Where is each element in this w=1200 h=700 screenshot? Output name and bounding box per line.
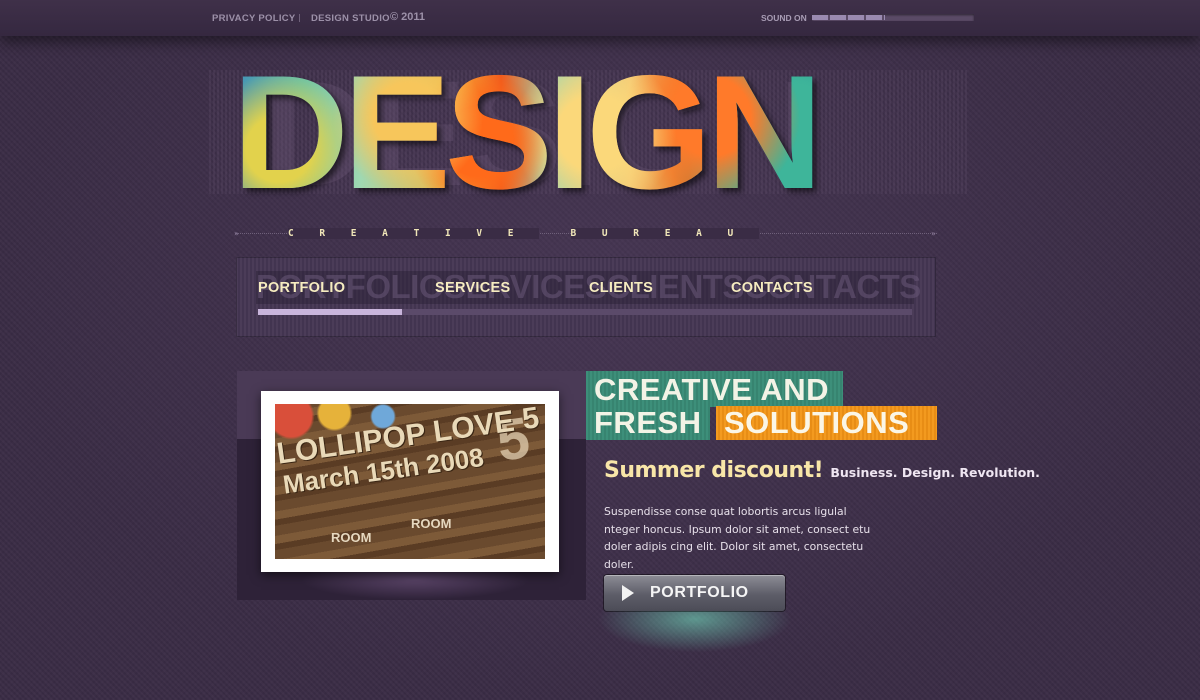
portfolio-button-label: PORTFOLIO [650,584,749,601]
headline-line-2-fresh: FRESH [586,406,710,440]
headline-line-2-solutions: SOLUTIONS [716,406,937,440]
tagline-letter: U [601,228,634,239]
tagline-letter: R [319,228,351,239]
nav-clients[interactable]: CLIENTS [589,280,653,296]
nav-contacts[interactable]: CONTACTS [731,280,813,296]
sound-volume-fill [812,15,885,20]
tagline-letter: B [570,228,602,239]
featured-image-frame[interactable]: 5 LOLLIPOP LOVE 5 March 15th 2008 ROOM R… [261,391,559,572]
tagline-letter: I [444,228,477,239]
play-arrow-icon [622,585,634,601]
sound-label: SOUND ON [761,13,807,23]
tagline-letter: E [507,228,540,239]
summer-discount-heading: Summer discount! Business. Design. Revol… [604,458,1040,483]
tagline-letter: R [633,228,665,239]
nav-portfolio[interactable]: PORTFOLIO [258,280,345,296]
top-bar [0,0,1200,36]
photo-room-label-1: ROOM [331,530,372,545]
tagline-letter: V [476,228,508,239]
feature-description: Suspendisse conse quat lobortis arcus li… [604,505,871,571]
nav-progress-fill [258,309,402,315]
portfolio-button[interactable]: PORTFOLIO [604,575,785,611]
featured-image: 5 LOLLIPOP LOVE 5 March 15th 2008 ROOM R… [275,404,545,559]
tagline-letter: E [664,228,697,239]
tagline-letter: A [696,228,728,239]
photo-room-label-2: ROOM [411,516,452,531]
privacy-policy-link[interactable]: PRIVACY POLICY [212,13,296,24]
tagline-letter: T [413,228,445,239]
nav-services[interactable]: SERVICES [435,280,510,296]
tagline-letter: U [727,228,759,239]
design-studio-link[interactable]: DESIGN STUDIO [311,13,390,24]
tagline-left-arrow-icon: » [234,229,239,238]
summer-discount-subtitle: Business. Design. Revolution. [830,465,1040,480]
tagline-letter: C [288,228,320,239]
site-logo[interactable]: DESIGN [232,52,818,214]
nav-progress-track [258,309,912,315]
sound-volume-slider[interactable] [812,14,974,21]
headline-line-1: CREATIVE AND [586,371,844,407]
tagline: CREATIVEBUREAU [288,228,759,239]
tagline-right-arrow-icon: » [931,229,936,238]
tagline-letter: A [382,228,414,239]
top-bar-separator [299,14,300,22]
copyright-text: © 2011 [390,11,426,23]
tagline-letter: E [350,228,383,239]
summer-discount-title: Summer discount! [604,458,824,483]
